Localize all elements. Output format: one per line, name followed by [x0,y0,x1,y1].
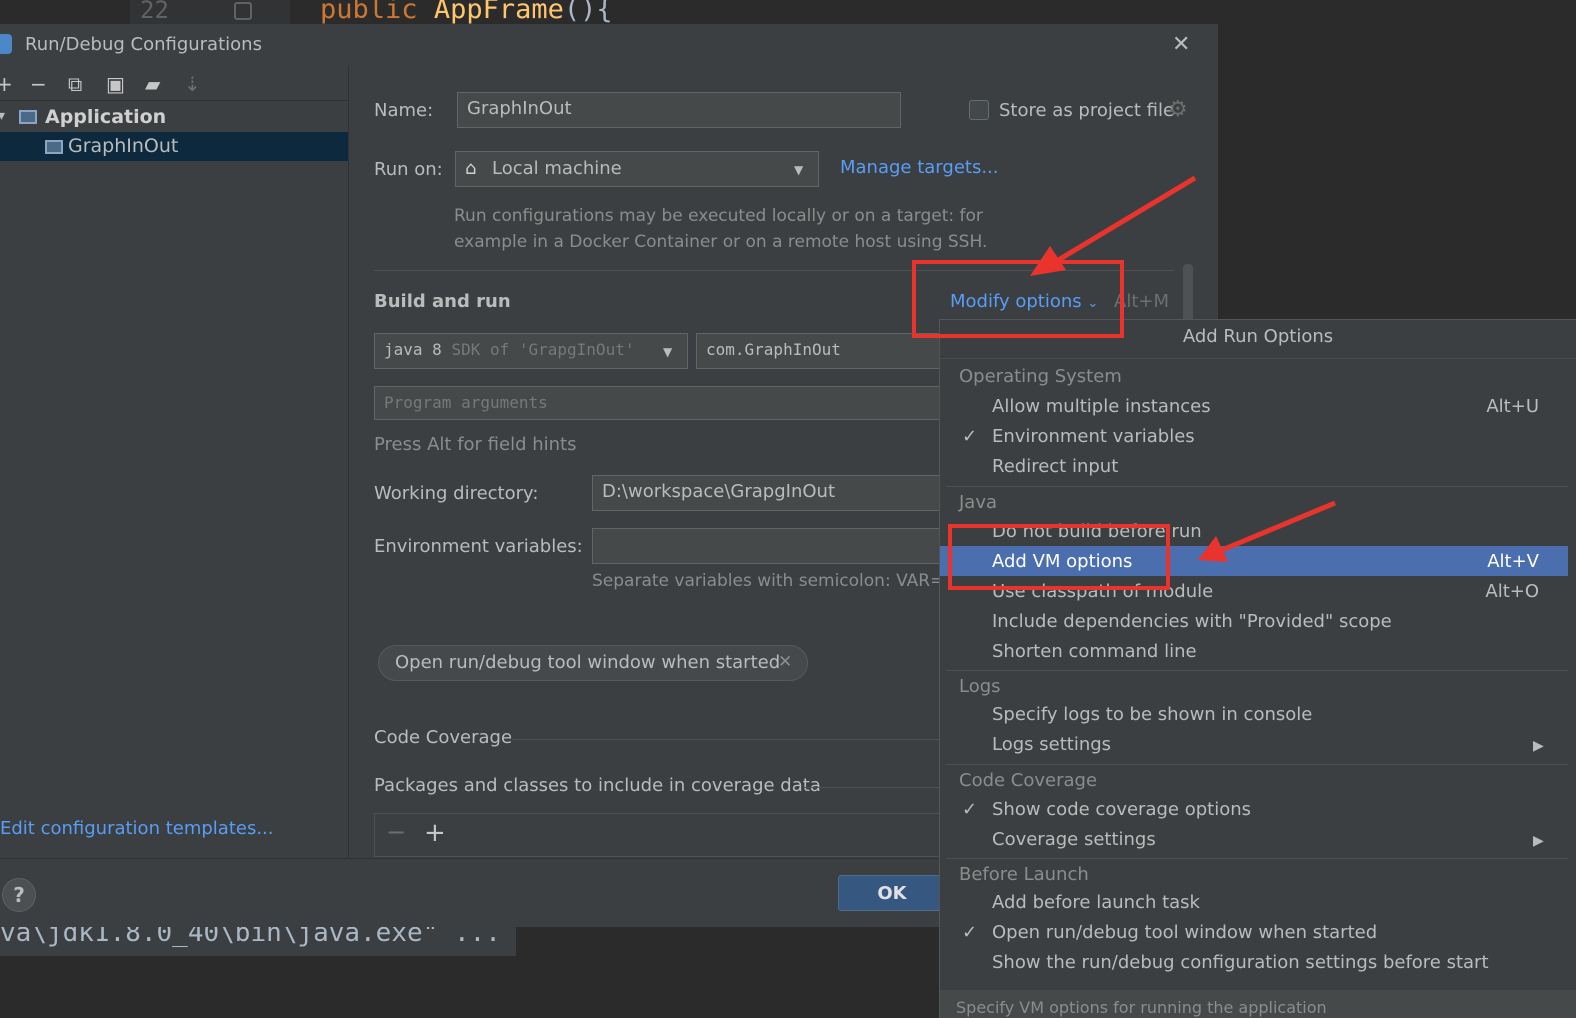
annotation-arrow-modify [1030,175,1197,276]
annotation-arrow-vm [1198,500,1336,562]
annotation-arrows [1030,175,1336,562]
